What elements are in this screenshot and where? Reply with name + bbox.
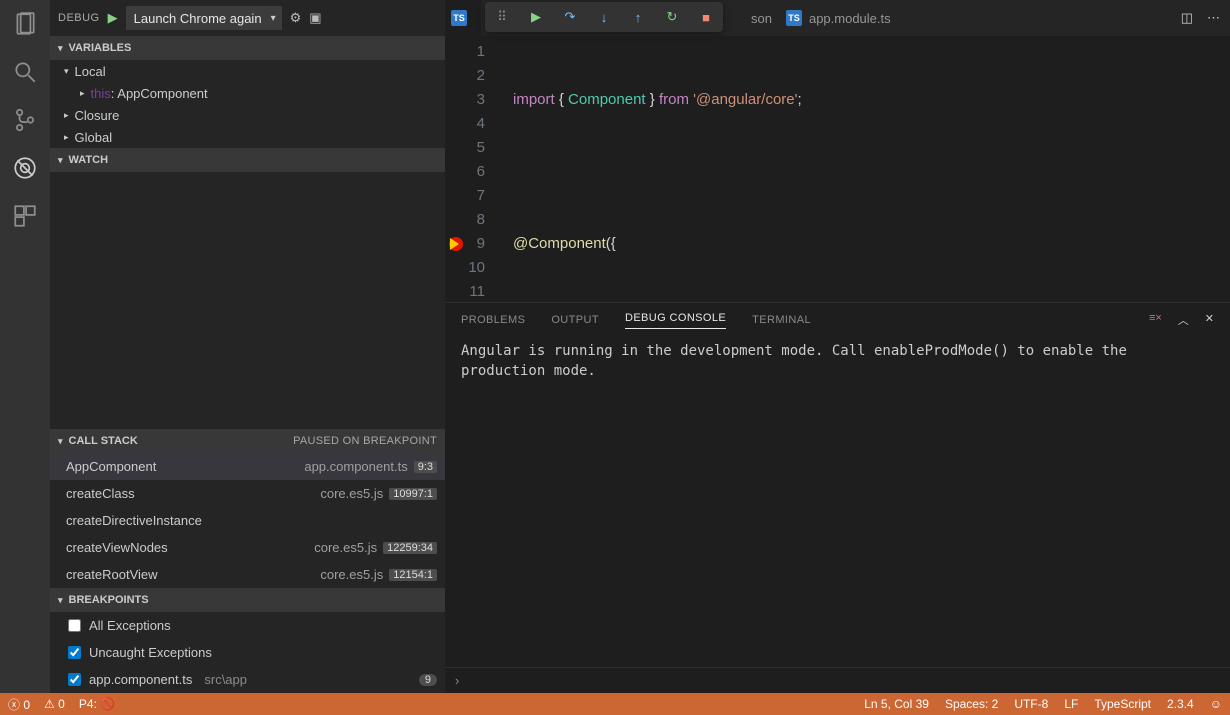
line-gutter: 12345678 9 1011 [445,40,503,302]
drag-handle-icon[interactable]: ⠿ [491,6,513,28]
status-feedback-icon[interactable]: ☺ [1210,697,1222,711]
step-out-button[interactable]: ↑ [627,6,649,28]
status-cursor-pos[interactable]: Ln 5, Col 39 [864,697,929,711]
tab-terminal[interactable]: TERMINAL [752,314,811,326]
scm-icon[interactable] [11,106,39,134]
more-icon[interactable]: ⋯ [1207,10,1220,26]
collapse-panel-icon[interactable]: ︿ [1178,312,1189,328]
debug-console-input[interactable]: › [445,667,1230,693]
stop-button[interactable]: ■ [695,6,717,28]
continue-button[interactable]: ▶ [525,6,547,28]
search-icon[interactable] [11,58,39,86]
editor-tabbar: TS ⠿ ▶ ↷ ↓ ↑ ↻ ■ son TSapp.module.ts ◫ ⋯ [445,0,1230,36]
debug-sidebar: DEBUG ▶ Launch Chrome again ⚙ ▣ ▾VARIABL… [50,0,445,693]
variables-header[interactable]: ▾VARIABLES [50,36,445,60]
bp-checkbox[interactable] [68,619,81,632]
editor-tab[interactable]: TSapp.module.ts [772,0,905,36]
sidebar-title: DEBUG [58,12,100,24]
explorer-icon[interactable] [11,10,39,38]
bp-checkbox[interactable] [68,673,81,686]
tab-partial: son [751,11,772,26]
clear-console-icon[interactable]: ≡× [1149,312,1162,328]
status-eol[interactable]: LF [1064,697,1078,711]
extensions-icon[interactable] [11,202,39,230]
scope-local[interactable]: ▾Local [50,60,445,82]
restart-button[interactable]: ↻ [661,6,683,28]
debug-console-output: Angular is running in the development mo… [445,337,1230,667]
gear-icon[interactable]: ⚙ [290,10,302,26]
typescript-icon: TS [786,10,802,26]
status-bar: ⓧ 0 ⚠ 0 P4: 🚫 Ln 5, Col 39 Spaces: 2 UTF… [0,693,1230,715]
split-editor-icon[interactable]: ◫ [1181,10,1193,26]
status-warnings[interactable]: ⚠ 0 [44,697,65,711]
stack-frame[interactable]: AppComponentapp.component.ts9:3 [50,453,445,480]
step-into-button[interactable]: ↓ [593,6,615,28]
tab-debug-console[interactable]: DEBUG CONSOLE [625,312,726,329]
debug-icon[interactable] [11,154,39,182]
breakpoints-header[interactable]: ▾BREAKPOINTS [50,588,445,612]
status-ts-version[interactable]: 2.3.4 [1167,697,1194,711]
status-errors[interactable]: ⓧ 0 [8,696,30,713]
var-this[interactable]: ▸this: AppComponent [50,82,445,104]
callstack-header[interactable]: ▾CALL STACKPAUSED ON BREAKPOINT [50,429,445,453]
stack-frame[interactable]: createRootViewcore.es5.js12154:1 [50,561,445,588]
stack-frame[interactable]: createViewNodescore.es5.js12259:34 [50,534,445,561]
close-panel-icon[interactable]: ✕ [1205,312,1214,328]
bp-all-exceptions[interactable]: All Exceptions [50,612,445,639]
tab-problems[interactable]: PROBLEMS [461,314,525,326]
debug-config-select[interactable]: Launch Chrome again [126,6,282,30]
step-over-button[interactable]: ↷ [559,6,581,28]
code-editor[interactable]: 12345678 9 1011 import { Component } fro… [445,36,1230,302]
scope-global[interactable]: ▸Global [50,126,445,148]
debug-toolbar: ⠿ ▶ ↷ ↓ ↑ ↻ ■ [485,2,723,32]
typescript-icon: TS [451,10,467,26]
scope-closure[interactable]: ▸Closure [50,104,445,126]
activity-bar [0,0,50,693]
bottom-panel: PROBLEMS OUTPUT DEBUG CONSOLE TERMINAL ≡… [445,302,1230,693]
status-language[interactable]: TypeScript [1094,697,1151,711]
tab-output[interactable]: OUTPUT [551,314,599,326]
status-encoding[interactable]: UTF-8 [1014,697,1048,711]
bp-file[interactable]: app.component.tssrc\app9 [50,666,445,693]
status-indent[interactable]: Spaces: 2 [945,697,998,711]
watch-header[interactable]: ▾WATCH [50,148,445,172]
execution-pointer-icon [450,238,459,250]
stack-frame[interactable]: createClasscore.es5.js10997:1 [50,480,445,507]
editor-tab-active[interactable]: TS [445,0,481,36]
debug-console-icon[interactable]: ▣ [309,10,321,26]
stack-frame[interactable]: createDirectiveInstance [50,507,445,534]
bp-checkbox[interactable] [68,646,81,659]
bp-uncaught-exceptions[interactable]: Uncaught Exceptions [50,639,445,666]
start-debug-button[interactable]: ▶ [108,10,118,26]
status-p4[interactable]: P4: 🚫 [79,697,115,711]
